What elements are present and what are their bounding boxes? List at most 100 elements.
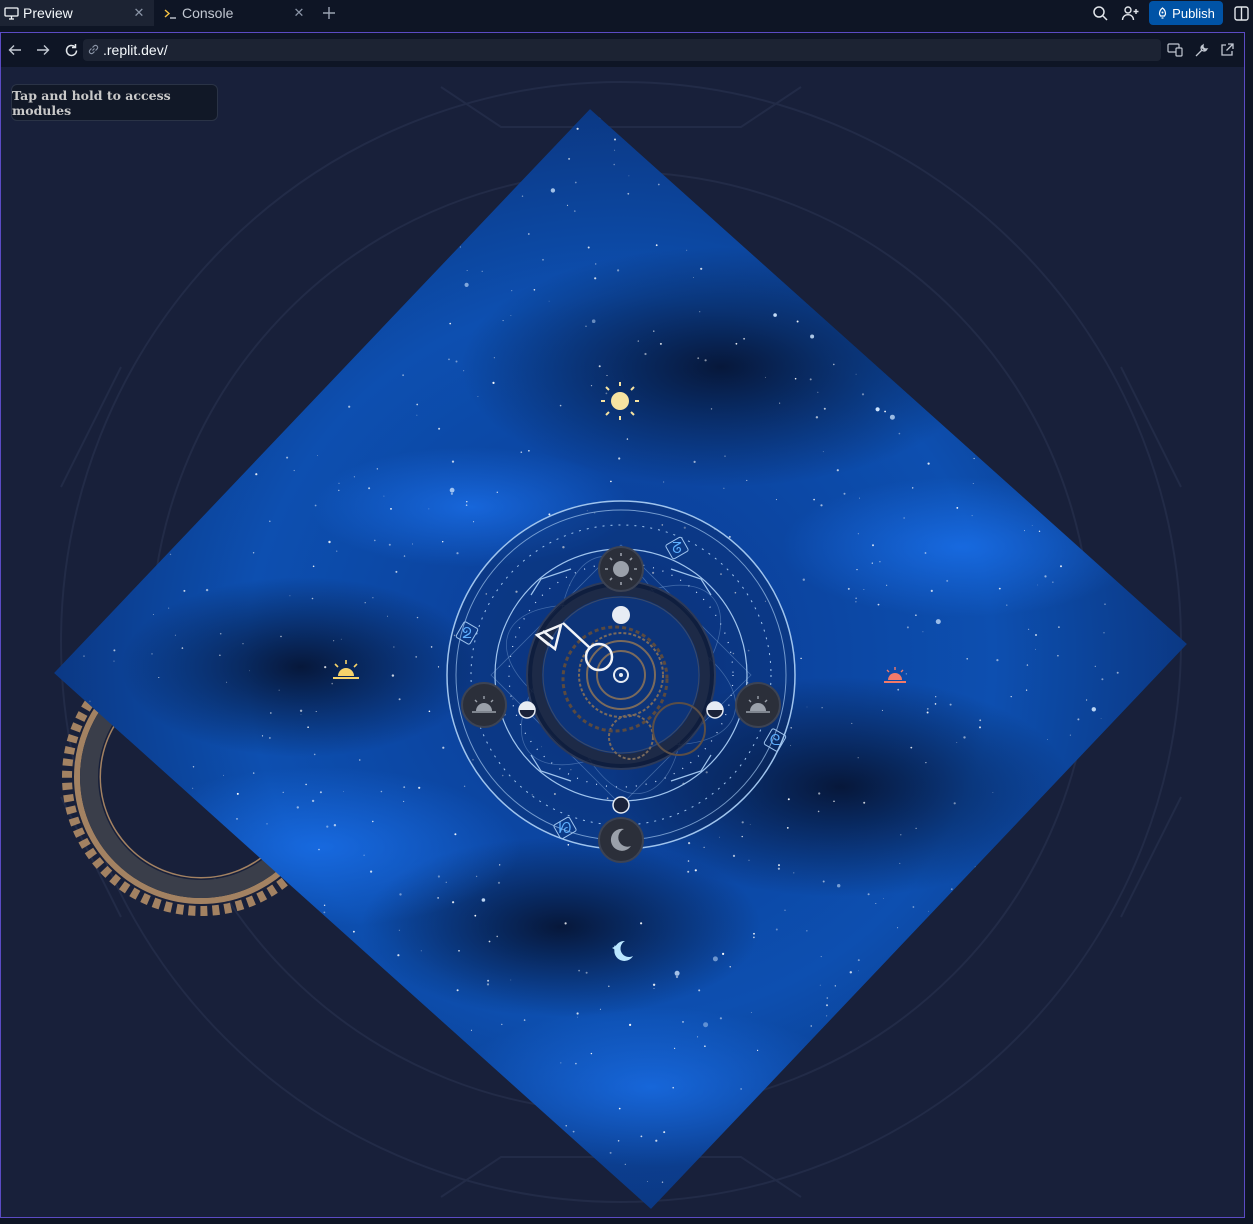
devices-button[interactable] (1162, 33, 1188, 67)
star (719, 836, 720, 838)
star (328, 540, 331, 544)
star (383, 1156, 385, 1158)
star (653, 987, 655, 989)
star (856, 121, 858, 123)
star (511, 290, 513, 292)
star (719, 1017, 723, 1020)
star (137, 183, 139, 185)
star (746, 479, 748, 481)
search-button[interactable] (1085, 0, 1115, 26)
star (824, 195, 825, 197)
url-input[interactable]: .replit.dev/ (83, 39, 1161, 61)
star (541, 1150, 544, 1153)
star (1123, 273, 1125, 275)
star (925, 762, 927, 764)
close-icon[interactable]: ✕ (292, 5, 306, 21)
star (110, 757, 112, 759)
reload-button[interactable] (57, 33, 85, 67)
star (97, 860, 102, 865)
star (66, 932, 68, 934)
star (1173, 569, 1175, 571)
star (254, 1184, 256, 1186)
star (463, 785, 466, 787)
star (215, 1180, 219, 1183)
star (975, 169, 977, 171)
star (224, 937, 226, 940)
star (1046, 312, 1048, 314)
star (1035, 648, 1036, 650)
star (343, 791, 344, 792)
star (319, 791, 322, 794)
star (114, 840, 117, 844)
star (1100, 890, 1105, 895)
star (1000, 306, 1003, 309)
star (306, 968, 308, 970)
star (225, 269, 226, 271)
star (963, 949, 966, 952)
star (234, 1099, 236, 1101)
star (168, 607, 170, 609)
open-new-tab-button[interactable] (1214, 33, 1240, 67)
layout-toggle-button[interactable] (1229, 0, 1253, 26)
app-viewport[interactable]: ᘔ ᘖ ᘓ ᘗ Tap and hold to access modules (1, 67, 1244, 1218)
star (390, 1187, 391, 1189)
star (915, 827, 917, 830)
star (289, 595, 291, 597)
back-button[interactable] (1, 33, 29, 67)
star (729, 966, 731, 968)
module-button-bottom[interactable] (598, 817, 644, 863)
star (741, 835, 743, 838)
star (807, 1121, 809, 1124)
star (487, 979, 490, 982)
star (312, 355, 315, 358)
star (879, 561, 881, 563)
star (79, 549, 81, 551)
star (922, 389, 925, 391)
star (269, 737, 271, 739)
close-icon[interactable]: ✕ (132, 5, 146, 21)
tab-preview[interactable]: Preview ✕ (0, 0, 154, 26)
star (892, 1041, 895, 1044)
module-button-top[interactable] (598, 546, 644, 592)
hint-tooltip: Tap and hold to access modules (11, 84, 218, 121)
star (131, 994, 134, 997)
star (236, 792, 239, 795)
star (169, 553, 172, 556)
star (364, 146, 367, 149)
star (809, 378, 812, 381)
star (805, 224, 811, 230)
star (238, 108, 239, 109)
star (331, 682, 334, 685)
star (888, 1181, 890, 1183)
star (682, 1021, 684, 1023)
sky-canvas[interactable]: ᘔ ᘖ ᘓ ᘗ (1, 67, 1244, 1218)
star (340, 638, 342, 640)
star (1101, 678, 1104, 681)
tab-console[interactable]: Console ✕ (154, 0, 314, 26)
module-button-right[interactable] (735, 682, 781, 728)
invite-button[interactable] (1115, 0, 1145, 26)
star (912, 906, 915, 908)
star (1130, 1166, 1132, 1169)
star (393, 646, 395, 648)
star (253, 303, 256, 305)
star (218, 469, 220, 472)
star (428, 508, 430, 510)
add-tab-button[interactable] (314, 0, 344, 26)
star (1026, 664, 1029, 666)
star (250, 161, 254, 164)
star (372, 597, 374, 599)
star (682, 132, 684, 135)
star (496, 935, 499, 938)
star (1031, 1178, 1034, 1181)
publish-button[interactable]: Publish (1149, 1, 1223, 25)
rocket-icon (1159, 6, 1167, 19)
module-button-left[interactable] (461, 682, 507, 728)
devtools-button[interactable] (1188, 33, 1214, 67)
star (853, 196, 856, 198)
star (941, 1177, 943, 1180)
star (1108, 1135, 1111, 1138)
star (181, 647, 184, 649)
forward-button[interactable] (29, 33, 57, 67)
star (333, 1029, 338, 1034)
